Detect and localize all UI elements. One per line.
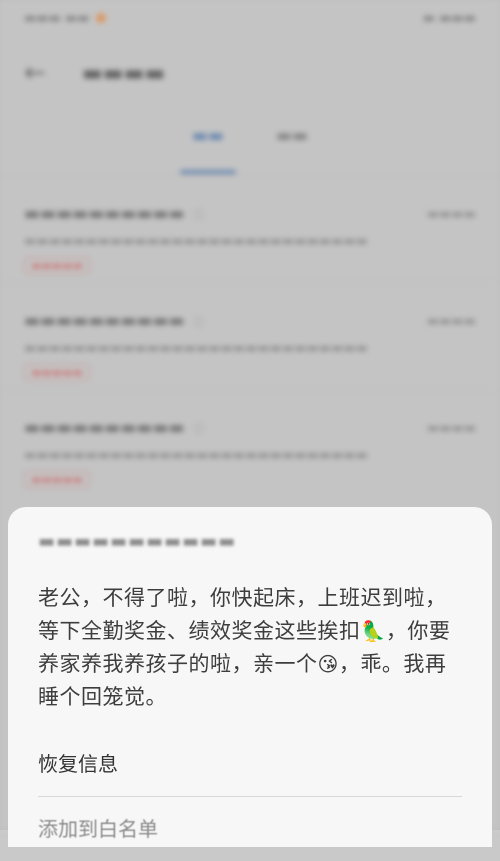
add-to-whitelist-button[interactable]: 添加到白名单 xyxy=(38,797,462,861)
kiss-emoji-icon: 😘 xyxy=(317,652,339,676)
restore-message-button[interactable]: 恢复信息 xyxy=(38,732,462,797)
parrot-emoji-icon: 🦜 xyxy=(360,619,386,643)
message-body: 老公，不得了啦，你快起床，上班迟到啦，等下全勤奖金、绩效奖金这些挨扣🦜，你要养家… xyxy=(38,582,462,714)
sender-number: ▬▬▬▬▬▬▬▬▬▬▬ xyxy=(38,531,237,552)
message-detail-sheet: ▬▬▬▬▬▬▬▬▬▬▬ 老公，不得了啦，你快起床，上班迟到啦，等下全勤奖金、绩效… xyxy=(8,507,492,847)
